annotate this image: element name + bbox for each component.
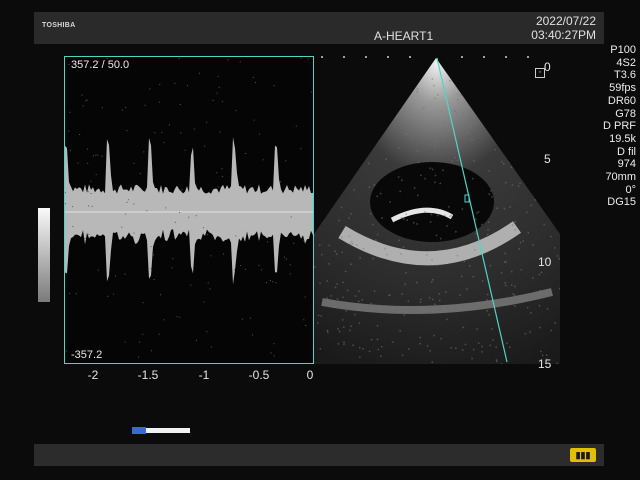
depth-label: 10	[538, 255, 552, 269]
cine-position-handle[interactable]	[132, 427, 146, 434]
header-bar: TOSHIBA A-HEART1 2022/07/22 03:40:27PM	[34, 12, 604, 44]
param-dynamic-range: DR60	[607, 94, 636, 107]
time-tick: -0.5	[248, 368, 270, 382]
param-framerate: 59fps	[609, 82, 636, 95]
param-depth: 70mm	[605, 171, 636, 184]
pulse-wave-doppler-icon: ◦	[535, 68, 545, 78]
param-filter-label: D fil	[617, 145, 636, 158]
echocardiogram-sector-image[interactable]	[312, 52, 562, 368]
param-prf-value: 19.5k	[609, 132, 636, 145]
brand-logo: TOSHIBA	[42, 22, 76, 29]
time-tick: -2	[87, 368, 99, 382]
doppler-spectrum-trace	[65, 57, 313, 358]
grayscale-bar	[38, 208, 50, 302]
depth-label: 15	[538, 357, 552, 371]
velocity-scale-max: 357.2 / 50.0	[71, 59, 130, 71]
time-tick: -1	[198, 368, 210, 382]
depth-label: 5	[544, 152, 551, 166]
status-bar	[34, 444, 604, 466]
parameter-panel: P100 4S2 T3.6 59fps DR60 G78 D PRF 19.5k…	[562, 44, 636, 209]
exam-date: 2022/07/22	[535, 14, 596, 28]
param-prf-label: D PRF	[603, 120, 636, 133]
param-doppler-gain: DG15	[607, 196, 636, 209]
velocity-scale-min: -357.2	[71, 349, 103, 361]
cine-loop-icon[interactable]: ▮▮▮	[570, 448, 596, 462]
time-tick: 0	[306, 368, 314, 382]
time-axis: -2 -1.5 -1 -0.5 0	[64, 364, 324, 388]
param-probe: 4S2	[616, 56, 636, 69]
param-power: P100	[610, 44, 636, 56]
param-freq: T3.6	[613, 69, 636, 82]
doppler-spectrum-panel[interactable]: 357.2 / 50.0 -357.2	[64, 56, 314, 364]
param-angle: 0°	[625, 183, 636, 196]
depth-label: 0	[544, 60, 551, 74]
preset-name: A-HEART1	[374, 29, 434, 43]
param-filter-value: 974	[617, 158, 636, 171]
param-gain: G78	[615, 107, 636, 120]
time-tick: -1.5	[137, 368, 159, 382]
exam-time: 03:40:27PM	[531, 28, 596, 42]
